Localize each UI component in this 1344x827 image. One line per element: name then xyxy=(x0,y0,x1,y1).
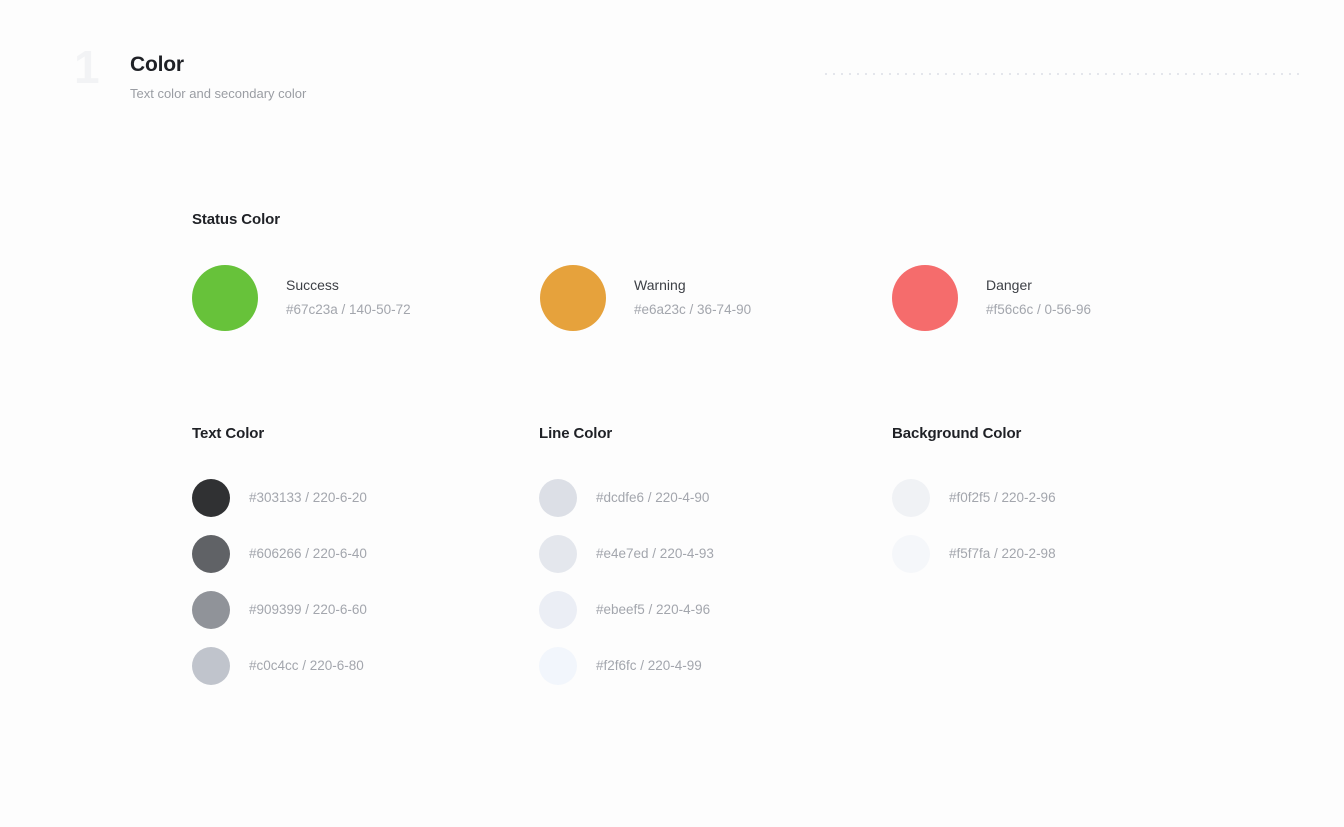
palette-column-text-color: Text Color #303133 / 220-6-20 #606266 / … xyxy=(192,425,532,694)
page-subtitle: Text color and secondary color xyxy=(130,86,307,102)
color-swatch xyxy=(892,479,930,517)
color-swatch xyxy=(539,479,577,517)
palette-row[interactable]: #e4e7ed / 220-4-93 xyxy=(539,526,879,582)
status-item-warning[interactable]: Warning #e6a23c / 36-74-90 xyxy=(540,265,751,331)
color-swatch xyxy=(192,535,230,573)
palette-value: #e4e7ed / 220-4-93 xyxy=(596,545,714,561)
page-title: Color xyxy=(130,53,184,76)
palette-list: #303133 / 220-6-20 #606266 / 220-6-40 #9… xyxy=(192,470,532,694)
palette-row[interactable]: #dcdfe6 / 220-4-90 xyxy=(539,470,879,526)
palette-row[interactable]: #f0f2f5 / 220-2-96 xyxy=(892,470,1232,526)
palette-row[interactable]: #f2f6fc / 220-4-99 xyxy=(539,638,879,694)
palette-row[interactable]: #303133 / 220-6-20 xyxy=(192,470,532,526)
status-item-text: Warning #e6a23c / 36-74-90 xyxy=(634,277,751,318)
status-item-value: #e6a23c / 36-74-90 xyxy=(634,301,752,317)
status-item-text: Danger #f56c6c / 0-56-96 xyxy=(986,277,1091,318)
color-swatch xyxy=(539,647,577,685)
header-text-group: Color Text color and secondary color xyxy=(130,52,306,102)
color-swatch xyxy=(192,479,230,517)
palette-column-heading: Line Color xyxy=(539,425,613,442)
color-swatch xyxy=(539,591,577,629)
dot-grid-decoration xyxy=(822,70,1301,81)
status-color-section: Status Color Success #67c23a / 140-50-72… xyxy=(192,211,1312,331)
status-item-success[interactable]: Success #67c23a / 140-50-72 xyxy=(192,265,411,331)
color-swatch xyxy=(192,591,230,629)
section-number: 1 xyxy=(74,41,100,93)
status-item-label: Danger xyxy=(986,277,1032,294)
status-color-heading: Status Color xyxy=(192,211,280,228)
status-item-text: Success #67c23a / 140-50-72 xyxy=(286,277,411,318)
page-header: 1 Color Text color and secondary color xyxy=(0,0,1344,140)
palette-column-heading: Background Color xyxy=(892,425,1022,442)
palette-value: #f2f6fc / 220-4-99 xyxy=(596,657,702,673)
status-item-label: Warning xyxy=(634,277,686,294)
palette-value: #f5f7fa / 220-2-98 xyxy=(949,545,1056,561)
palette-column-heading: Text Color xyxy=(192,425,265,442)
palette-list: #f0f2f5 / 220-2-96 #f5f7fa / 220-2-98 xyxy=(892,470,1232,582)
palette-value: #303133 / 220-6-20 xyxy=(249,489,367,505)
palette-row[interactable]: #c0c4cc / 220-6-80 xyxy=(192,638,532,694)
palette-value: #ebeef5 / 220-4-96 xyxy=(596,601,711,617)
palette-row[interactable]: #ebeef5 / 220-4-96 xyxy=(539,582,879,638)
color-swatch xyxy=(192,265,258,331)
palette-value: #909399 / 220-6-60 xyxy=(249,601,367,617)
color-swatch xyxy=(892,265,958,331)
palette-value: #dcdfe6 / 220-4-90 xyxy=(596,489,710,505)
palette-list: #dcdfe6 / 220-4-90 #e4e7ed / 220-4-93 #e… xyxy=(539,470,879,694)
palette-column-line-color: Line Color #dcdfe6 / 220-4-90 #e4e7ed / … xyxy=(539,425,879,694)
palette-row[interactable]: #909399 / 220-6-60 xyxy=(192,582,532,638)
status-item-value: #f56c6c / 0-56-96 xyxy=(986,301,1092,317)
palette-value: #c0c4cc / 220-6-80 xyxy=(249,657,364,673)
color-swatch xyxy=(539,535,577,573)
palette-row[interactable]: #f5f7fa / 220-2-98 xyxy=(892,526,1232,582)
color-swatch xyxy=(192,647,230,685)
status-item-value: #67c23a / 140-50-72 xyxy=(286,301,411,317)
color-swatch xyxy=(540,265,606,331)
color-swatch xyxy=(892,535,930,573)
palette-value: #f0f2f5 / 220-2-96 xyxy=(949,489,1056,505)
palette-value: #606266 / 220-6-40 xyxy=(249,545,367,561)
status-item-label: Success xyxy=(286,277,339,294)
status-color-row: Success #67c23a / 140-50-72 Warning #e6a… xyxy=(192,265,1312,331)
status-item-danger[interactable]: Danger #f56c6c / 0-56-96 xyxy=(892,265,1091,331)
palette-row[interactable]: #606266 / 220-6-40 xyxy=(192,526,532,582)
palette-column-background-color: Background Color #f0f2f5 / 220-2-96 #f5f… xyxy=(892,425,1232,582)
